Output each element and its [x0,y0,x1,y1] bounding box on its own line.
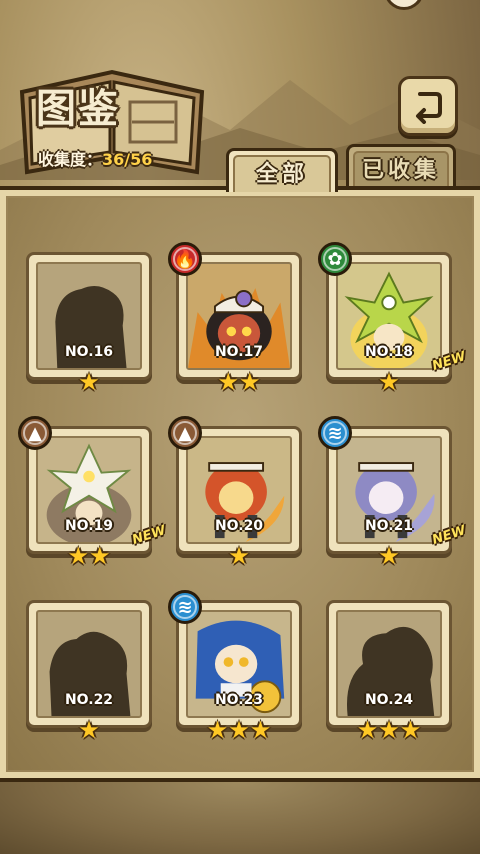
star-rating: ★★ [26,544,152,568]
back-button[interactable] [398,76,458,136]
card-number: NO.24 [364,692,414,708]
water-element-icon: ≋ [168,590,202,624]
collection-label: 收集度： [38,150,103,169]
back-arrow-icon [416,92,442,124]
card-number: NO.20 [214,518,264,534]
star-icon: ★★★ [206,716,272,744]
star-icon: ★ [378,542,400,570]
tab-all-label: 全部 [255,160,308,187]
card-no17[interactable]: 🔥 NO.17 ★★ [168,242,302,394]
card-no22[interactable]: NO.22 ★ [26,594,152,742]
star-rating: ★★ [176,370,302,394]
card-no23[interactable]: ≋ NO.23 ★★★ [168,590,302,742]
leaf-element-icon: ✿ [318,242,352,276]
star-icon: ★ [378,368,400,396]
star-rating: ★ [26,718,152,742]
card-no21[interactable]: ≋ NO.21 NEW ★ [318,416,467,568]
star-rating: ★ [26,370,152,394]
card-no24[interactable]: NO.24 ★★★ [326,594,452,742]
card-number: NO.16 [64,344,114,360]
earth-element-icon: ▲ [18,416,52,450]
tab-collected[interactable]: 已收集 [346,144,456,188]
card-no20[interactable]: ▲ NO.20 ★ [168,416,302,568]
star-icon: ★ [228,542,250,570]
card-grid: NO.16 ★ 🔥 NO.17 ★★ ✿ NO.18 NEW ★ ▲ NO.19… [18,242,467,742]
star-rating: ★ [326,370,452,394]
star-icon: ★★ [67,542,111,570]
star-icon: ★ [78,716,100,744]
star-icon: ★★★ [356,716,422,744]
star-rating: ★ [326,544,452,568]
collection-count: 36/56 [102,150,153,169]
bottom-decoration [0,782,480,854]
tab-all[interactable]: 全部 [226,148,338,192]
star-rating: ★★★ [176,718,302,742]
water-element-icon: ≋ [318,416,352,450]
page-title: 图鉴 [36,85,120,132]
fire-element-icon: 🔥 [168,242,202,276]
tab-collected-label: 已收集 [361,156,440,183]
card-number: NO.23 [214,692,264,708]
collection-progress: 收集度：36/56 [38,146,152,170]
card-no16[interactable]: NO.16 ★ [26,246,152,394]
star-icon: ★ [78,368,100,396]
star-rating: ★ [176,544,302,568]
card-number: NO.17 [214,344,264,360]
star-rating: ★★★ [326,718,452,742]
card-no19[interactable]: ▲ NO.19 NEW ★★ [18,416,167,568]
card-no18[interactable]: ✿ NO.18 NEW ★ [318,242,467,394]
card-number: NO.22 [64,692,114,708]
star-icon: ★★ [217,368,261,396]
earth-element-icon: ▲ [168,416,202,450]
